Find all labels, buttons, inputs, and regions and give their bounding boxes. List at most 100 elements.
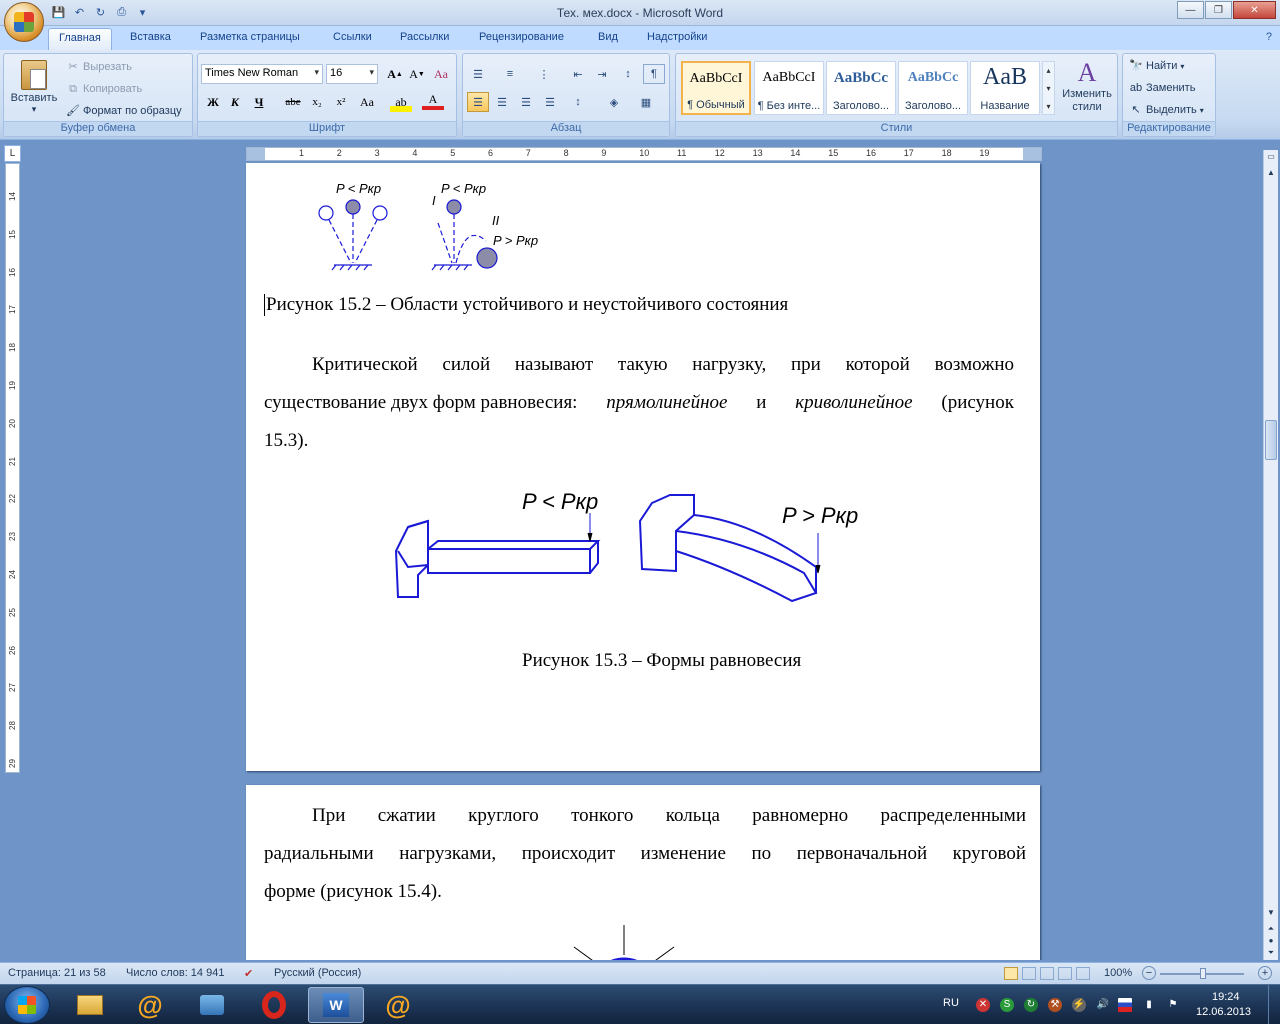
caption-15-3[interactable]: Рисунок 15.3 – Формы равновесия xyxy=(522,650,801,672)
style-no-spacing[interactable]: AaBbCcI ¶ Без инте... xyxy=(754,61,824,115)
mail-agent-app[interactable]: @ xyxy=(122,987,178,1023)
justify-button[interactable]: ☰ xyxy=(539,92,561,112)
full-screen-reading-icon[interactable] xyxy=(1022,967,1036,980)
italic-button[interactable]: К xyxy=(224,92,246,112)
scrollbar-thumb[interactable] xyxy=(1265,420,1277,460)
scroll-up-icon[interactable]: ▲ xyxy=(1265,168,1277,180)
update-icon[interactable]: ↻ xyxy=(1024,998,1038,1012)
paste-dropdown-icon[interactable]: ▾ xyxy=(8,104,60,115)
print-layout-icon[interactable] xyxy=(1004,967,1018,980)
network-tray-icon[interactable]: ▮ xyxy=(1142,998,1156,1012)
web-layout-icon[interactable] xyxy=(1040,967,1054,980)
tab-references[interactable]: Ссылки xyxy=(333,31,372,43)
language-indicator[interactable]: RU xyxy=(943,997,959,1009)
zoom-in-icon[interactable]: + xyxy=(1258,966,1272,980)
format-painter-button[interactable]: 🖌 Формат по образцу xyxy=(66,104,182,118)
clock-date[interactable]: 12.06.2013 xyxy=(1196,1006,1251,1018)
clear-format-button[interactable]: Aa xyxy=(430,64,452,84)
language[interactable]: Русский (Россия) xyxy=(274,967,361,979)
zoom-slider[interactable] xyxy=(1160,968,1244,979)
horizontal-ruler[interactable]: 1 2 3 4 5 6 7 8 9 10 11 12 13 14 15 16 17 18 19 xyxy=(246,147,1042,161)
volume-icon[interactable]: 🔊 xyxy=(1096,998,1110,1012)
help-icon[interactable]: ? xyxy=(1266,31,1272,43)
bold-button[interactable]: Ж xyxy=(202,92,224,112)
align-right-button[interactable]: ☰ xyxy=(515,92,537,112)
para2-line1[interactable]: При сжатии круглого тонкого кольца равно… xyxy=(264,805,1026,827)
vertical-ruler[interactable]: 14 15 16 17 18 19 20 21 22 23 24 25 26 27 28 29 xyxy=(5,163,20,773)
select-button[interactable]: ↖ Выделить ▾ xyxy=(1129,103,1203,117)
increase-indent-button[interactable]: ⇥ xyxy=(591,64,613,84)
style-heading-2[interactable]: AaBbCc Заголово... xyxy=(898,61,968,115)
highlight-button[interactable]: ab xyxy=(390,92,412,112)
tab-home[interactable]: Главная xyxy=(48,28,112,51)
para1-line2[interactable]: существование двух форм равновесия: прям… xyxy=(264,392,1014,414)
scroll-down-icon[interactable]: ▼ xyxy=(1265,908,1277,920)
show-marks-button[interactable]: ¶ xyxy=(643,64,665,84)
word-app[interactable]: W xyxy=(308,987,364,1023)
page-count[interactable]: Страница: 21 из 58 xyxy=(8,967,106,979)
decrease-indent-button[interactable]: ⇤ xyxy=(567,64,589,84)
start-button[interactable] xyxy=(4,986,50,1024)
copy-button[interactable]: ⧉ Копировать xyxy=(66,82,142,96)
para1-line1[interactable]: Критической силой называют такую нагрузк… xyxy=(264,354,1014,376)
font-color-button[interactable]: A xyxy=(422,92,444,110)
browse-object-icon[interactable]: ● xyxy=(1265,936,1277,948)
power-icon[interactable]: ⚡ xyxy=(1072,998,1086,1012)
tab-selector[interactable]: L xyxy=(4,145,21,162)
word-count[interactable]: Число слов: 14 941 xyxy=(126,967,224,979)
show-desktop-button[interactable] xyxy=(1268,985,1280,1024)
numbering-button[interactable]: ≡ xyxy=(499,64,521,84)
shading-button[interactable]: ◈ xyxy=(603,92,625,112)
superscript-button[interactable]: x² xyxy=(330,92,352,112)
tab-addins[interactable]: Надстройки xyxy=(647,31,707,43)
prev-page-icon[interactable]: ⏶ xyxy=(1265,924,1277,936)
zoom-slider-thumb[interactable] xyxy=(1200,968,1206,979)
line-spacing-button[interactable]: ↕ xyxy=(567,92,589,112)
style-normal[interactable]: AaBbCcI ¶ Обычный xyxy=(681,61,751,115)
subscript-button[interactable]: x₂ xyxy=(306,92,328,112)
cut-button[interactable]: ✂ Вырезать xyxy=(66,60,132,74)
maximize-button[interactable]: ❐ xyxy=(1205,1,1232,19)
grow-font-button[interactable]: A ▲ xyxy=(384,64,406,84)
action-center-icon[interactable]: ⚑ xyxy=(1166,998,1180,1012)
style-heading-1[interactable]: AaBbCc Заголово... xyxy=(826,61,896,115)
clock-time[interactable]: 19:24 xyxy=(1212,991,1240,1003)
tab-mailings[interactable]: Рассылки xyxy=(400,31,449,43)
para1-line3[interactable]: 15.3). xyxy=(264,430,308,452)
office-button[interactable] xyxy=(4,2,44,42)
underline-button[interactable]: Ч xyxy=(248,92,270,112)
style-title[interactable]: AaB Название xyxy=(970,61,1040,115)
tool-icon[interactable]: ⚒ xyxy=(1048,998,1062,1012)
explorer-app[interactable] xyxy=(62,987,118,1023)
find-button[interactable]: 🔭 Найти ▾ xyxy=(1129,59,1184,73)
para2-line3[interactable]: форме (рисунок 15.4). xyxy=(264,881,442,903)
network-app[interactable] xyxy=(184,987,240,1023)
ruler-toggle-icon[interactable]: ▭ xyxy=(1265,152,1277,164)
replace-button[interactable]: ab Заменить xyxy=(1129,81,1196,95)
change-case-button[interactable]: Aa xyxy=(356,92,378,112)
draft-icon[interactable] xyxy=(1076,967,1090,980)
multilevel-list-button[interactable]: ⋮ xyxy=(533,64,555,84)
close-button[interactable]: ✕ xyxy=(1233,1,1276,19)
zoom-out-icon[interactable]: − xyxy=(1142,966,1156,980)
bullets-button[interactable]: ☰ xyxy=(467,64,489,84)
paste-button[interactable]: Вставить ▾ xyxy=(8,58,60,118)
skype-icon[interactable]: S xyxy=(1000,998,1014,1012)
strikethrough-button[interactable]: abe xyxy=(282,92,304,112)
russian-flag-icon[interactable] xyxy=(1118,998,1132,1012)
outline-icon[interactable] xyxy=(1058,967,1072,980)
proofing-icon[interactable]: ✔ xyxy=(244,967,253,980)
tab-review[interactable]: Рецензирование xyxy=(479,31,564,43)
antivirus-icon[interactable]: ✕ xyxy=(976,998,990,1012)
vertical-scrollbar[interactable]: ▭ ▲ ▼ ⏶ ● ⏷ xyxy=(1263,150,1278,960)
borders-button[interactable]: ▦ xyxy=(635,92,657,112)
tab-view[interactable]: Вид xyxy=(598,31,618,43)
styles-scroll[interactable]: ▴ ▾ ▾ xyxy=(1042,61,1055,115)
zoom-level[interactable]: 100% xyxy=(1104,967,1132,979)
minimize-button[interactable]: — xyxy=(1177,1,1204,19)
tab-insert[interactable]: Вставка xyxy=(130,31,171,43)
shrink-font-button[interactable]: A ▼ xyxy=(406,64,428,84)
font-name-combo[interactable]: Times New Roman xyxy=(201,64,323,84)
change-styles-button[interactable]: A Изменить стили xyxy=(1058,58,1116,114)
sort-button[interactable]: ↕ xyxy=(617,64,639,84)
